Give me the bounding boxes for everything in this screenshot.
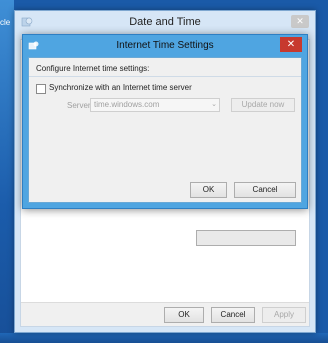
server-label: Server: bbox=[67, 101, 93, 110]
divider bbox=[29, 76, 301, 77]
server-select[interactable]: time.windows.com ⌄ bbox=[90, 98, 220, 112]
server-value: time.windows.com bbox=[94, 100, 160, 109]
sync-checkbox[interactable] bbox=[36, 84, 46, 94]
internet-time-settings-dialog: Internet Time Settings ✕ Configure Inter… bbox=[22, 34, 308, 209]
change-settings-button[interactable] bbox=[196, 230, 296, 246]
dialog-cancel-button[interactable]: Cancel bbox=[234, 182, 296, 198]
update-now-button[interactable]: Update now bbox=[231, 98, 295, 112]
window-title: Date and Time bbox=[129, 16, 201, 28]
close-icon[interactable]: ✕ bbox=[291, 15, 309, 28]
sync-checkbox-label[interactable]: Synchronize with an Internet time server bbox=[49, 83, 192, 92]
cancel-button[interactable]: Cancel bbox=[211, 307, 255, 323]
chevron-down-icon: ⌄ bbox=[211, 101, 217, 108]
taskbar bbox=[0, 333, 328, 343]
desktop-icon-label: cle bbox=[0, 18, 11, 27]
section-label: Configure Internet time settings: bbox=[36, 64, 150, 73]
dialog-ok-button[interactable]: OK bbox=[190, 182, 227, 198]
close-icon[interactable]: ✕ bbox=[280, 37, 302, 52]
dialog-title: Internet Time Settings bbox=[116, 40, 214, 51]
ok-button[interactable]: OK bbox=[164, 307, 204, 323]
apply-button[interactable]: Apply bbox=[262, 307, 306, 323]
desktop-background bbox=[0, 0, 14, 343]
dialog-client-area: Configure Internet time settings: Synchr… bbox=[28, 57, 302, 203]
window-footer: OK Cancel Apply bbox=[21, 302, 309, 326]
